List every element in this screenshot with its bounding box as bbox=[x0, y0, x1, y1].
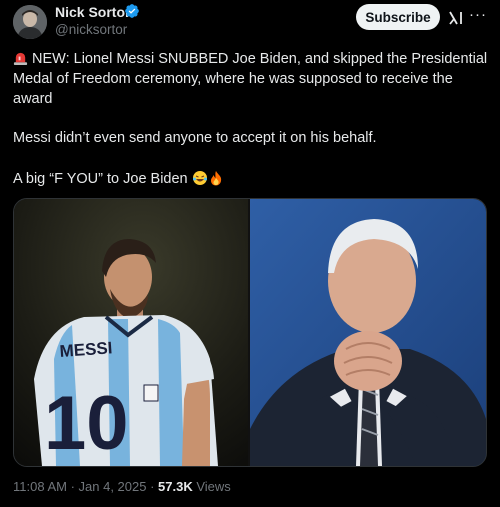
grok-icon[interactable] bbox=[448, 10, 464, 26]
tweet-time[interactable]: 11:08 AM bbox=[13, 479, 67, 494]
views-label: Views bbox=[192, 479, 231, 494]
tweet-text-1: NEW: Lionel Messi SNUBBED Joe Biden, and… bbox=[13, 51, 488, 107]
views-count[interactable]: 57.3K bbox=[158, 479, 193, 494]
tweet-text-3: A big “F YOU” to Joe Biden bbox=[13, 171, 188, 187]
verified-badge-icon bbox=[125, 4, 139, 18]
tweet-text-paragraph-2: Messi didn’t even send anyone to accept … bbox=[13, 130, 377, 146]
tweet-text-paragraph-3: A big “F YOU” to Joe Biden bbox=[13, 169, 489, 189]
tweet-metadata: 11:08 AM · Jan 4, 2025 · 57.3K Views bbox=[13, 479, 231, 494]
laughing-emoji-icon bbox=[192, 171, 207, 185]
more-icon[interactable]: ··· bbox=[469, 6, 487, 23]
siren-icon bbox=[13, 52, 28, 65]
media-image-grid[interactable]: MESSI 10 bbox=[13, 198, 487, 467]
separator: · bbox=[66, 479, 79, 494]
jersey-number: 10 bbox=[44, 381, 129, 466]
tweet-date[interactable]: Jan 4, 2025 bbox=[79, 479, 147, 494]
jersey-name: MESSI bbox=[59, 338, 113, 361]
author-name[interactable]: Nick Sortor bbox=[55, 4, 130, 20]
media-image-biden[interactable] bbox=[250, 199, 486, 466]
media-image-messi[interactable]: MESSI 10 bbox=[14, 199, 248, 466]
tweet-card: Nick Sortor @nicksortor Subscribe ··· NE… bbox=[0, 0, 500, 507]
tweet-text-paragraph-1: NEW: Lionel Messi SNUBBED Joe Biden, and… bbox=[13, 49, 489, 109]
fire-emoji-icon bbox=[210, 171, 221, 186]
subscribe-button[interactable]: Subscribe bbox=[356, 4, 440, 30]
author-handle[interactable]: @nicksortor bbox=[55, 22, 127, 37]
separator: · bbox=[146, 479, 159, 494]
avatar[interactable] bbox=[13, 5, 47, 39]
